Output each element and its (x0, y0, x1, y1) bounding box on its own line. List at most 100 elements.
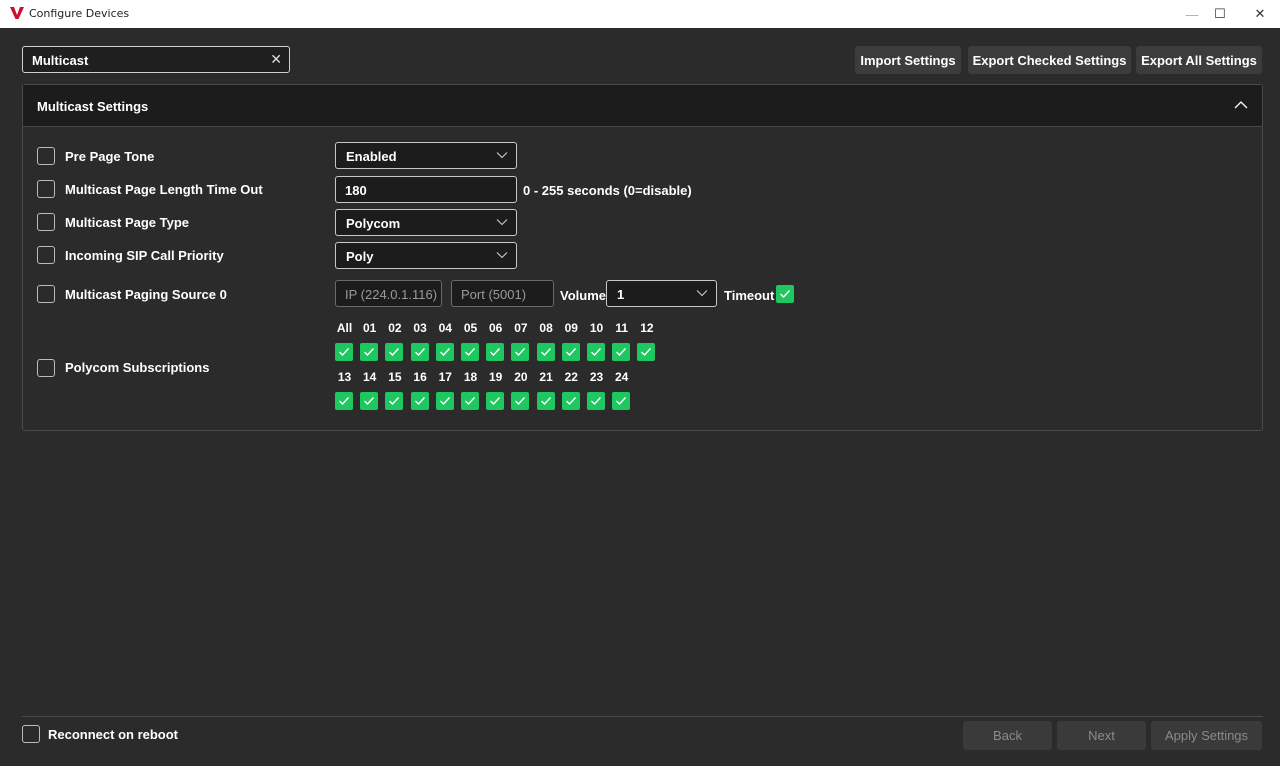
subscription-label: 08 (539, 321, 553, 335)
pre-page-tone-value: Enabled (346, 149, 397, 164)
length-timeout-label: Multicast Page Length Time Out (65, 182, 263, 197)
export-all-settings-button[interactable]: Export All Settings (1136, 46, 1262, 74)
checkmark-icon (616, 348, 627, 357)
checkmark-icon (339, 348, 350, 357)
paging-port-field[interactable] (451, 280, 554, 307)
panel-header[interactable]: Multicast Settings (23, 85, 1262, 127)
subscription-checkbox[interactable] (435, 392, 454, 410)
sip-priority-checkbox[interactable] (37, 246, 55, 264)
subscription-label: 11 (615, 321, 629, 335)
subscription-label: 17 (438, 370, 452, 384)
subscription-checkbox[interactable] (511, 392, 530, 410)
search-input[interactable] (32, 52, 262, 68)
subscriptions-checkbox[interactable] (37, 359, 55, 377)
paging-source-label: Multicast Paging Source 0 (65, 287, 227, 302)
clear-search-icon[interactable]: ✕ (270, 51, 282, 68)
subscription-checkbox[interactable] (612, 392, 631, 410)
checkmark-icon (414, 348, 425, 357)
page-type-value: Polycom (346, 216, 401, 231)
checkmark-icon (565, 397, 576, 406)
checkmark-icon (616, 397, 627, 406)
apply-settings-button[interactable]: Apply Settings (1151, 721, 1262, 750)
subscription-label: 07 (514, 321, 528, 335)
reconnect-checkbox[interactable] (22, 725, 40, 743)
chevron-up-icon[interactable] (1233, 97, 1249, 113)
subscription-checkbox[interactable] (587, 392, 605, 410)
sip-priority-label: Incoming SIP Call Priority (65, 248, 224, 263)
checkmark-icon (414, 397, 425, 406)
subscription-label: 05 (463, 321, 478, 335)
sip-priority-value: Poly (346, 249, 374, 264)
subscription-label: All (336, 321, 353, 335)
subscription-checkbox[interactable] (511, 343, 530, 361)
subscription-checkbox[interactable] (385, 343, 404, 361)
subscription-label: 16 (413, 370, 427, 384)
page-type-checkbox[interactable] (37, 213, 55, 231)
footer-divider (22, 716, 1263, 717)
close-button[interactable]: ✕ (1240, 0, 1280, 28)
paging-ip-field[interactable] (335, 280, 442, 307)
page-type-select[interactable]: Polycom (335, 209, 517, 236)
subscription-checkbox[interactable] (360, 343, 379, 361)
subscription-checkbox[interactable] (561, 392, 580, 410)
import-settings-button[interactable]: Import Settings (855, 46, 961, 74)
title-bar: Configure Devices — ☐ ✕ (0, 0, 1280, 28)
next-button[interactable]: Next (1057, 721, 1146, 750)
subscription-checkbox[interactable] (536, 392, 555, 410)
pre-page-tone-select[interactable]: Enabled (335, 142, 517, 169)
checkmark-icon (591, 348, 602, 357)
subscription-label: 14 (363, 370, 377, 384)
subscription-label: 22 (564, 370, 578, 384)
chevron-down-icon (696, 290, 708, 297)
checkmark-icon (389, 397, 400, 406)
subscription-checkbox[interactable] (461, 343, 479, 361)
paging-ip-input[interactable] (345, 286, 441, 302)
subscription-checkbox[interactable] (435, 343, 454, 361)
volume-label: Volume (560, 288, 606, 303)
checkmark-icon (439, 397, 450, 406)
subscription-checkbox[interactable] (637, 343, 656, 361)
length-timeout-input[interactable] (345, 182, 489, 198)
checkmark-icon (515, 397, 526, 406)
paging-port-input[interactable] (461, 286, 551, 302)
checkmark-icon (364, 397, 375, 406)
subscription-checkbox[interactable] (612, 343, 631, 361)
sip-priority-select[interactable]: Poly (335, 242, 517, 269)
length-timeout-checkbox[interactable] (37, 180, 55, 198)
subscription-checkbox[interactable] (360, 392, 379, 410)
checkmark-icon (465, 348, 476, 357)
subscription-checkbox[interactable] (536, 343, 555, 361)
search-field[interactable]: ✕ (22, 46, 290, 73)
subscription-checkbox[interactable] (410, 343, 429, 361)
subscription-checkbox[interactable] (410, 392, 429, 410)
checkmark-icon (515, 348, 526, 357)
subscription-label: 18 (463, 370, 478, 384)
checkmark-icon (591, 397, 602, 406)
maximize-button[interactable]: ☐ (1200, 0, 1240, 28)
window-title: Configure Devices (29, 7, 130, 20)
checkmark-icon (490, 348, 501, 357)
checkmark-icon (439, 348, 450, 357)
subscription-checkbox[interactable] (335, 343, 353, 361)
volume-select[interactable]: 1 (606, 280, 717, 307)
checkmark-icon (490, 397, 501, 406)
length-timeout-field[interactable] (335, 176, 517, 203)
checkmark-icon (780, 290, 791, 299)
paging-source-checkbox[interactable] (37, 285, 55, 303)
subscription-label: 12 (640, 321, 654, 335)
subscription-checkbox[interactable] (385, 392, 404, 410)
subscription-label: 10 (589, 321, 604, 335)
app-logo-icon (10, 7, 24, 19)
subscription-checkbox[interactable] (335, 392, 353, 410)
subscription-checkbox[interactable] (486, 343, 505, 361)
checkmark-icon (540, 397, 551, 406)
subscription-checkbox[interactable] (461, 392, 479, 410)
subscription-checkbox[interactable] (486, 392, 505, 410)
subscription-checkbox[interactable] (587, 343, 605, 361)
pre-page-tone-checkbox[interactable] (37, 147, 55, 165)
export-checked-settings-button[interactable]: Export Checked Settings (968, 46, 1131, 74)
subscription-label: 20 (514, 370, 528, 384)
back-button[interactable]: Back (963, 721, 1052, 750)
timeout-checkbox[interactable] (776, 285, 794, 303)
subscription-checkbox[interactable] (561, 343, 580, 361)
